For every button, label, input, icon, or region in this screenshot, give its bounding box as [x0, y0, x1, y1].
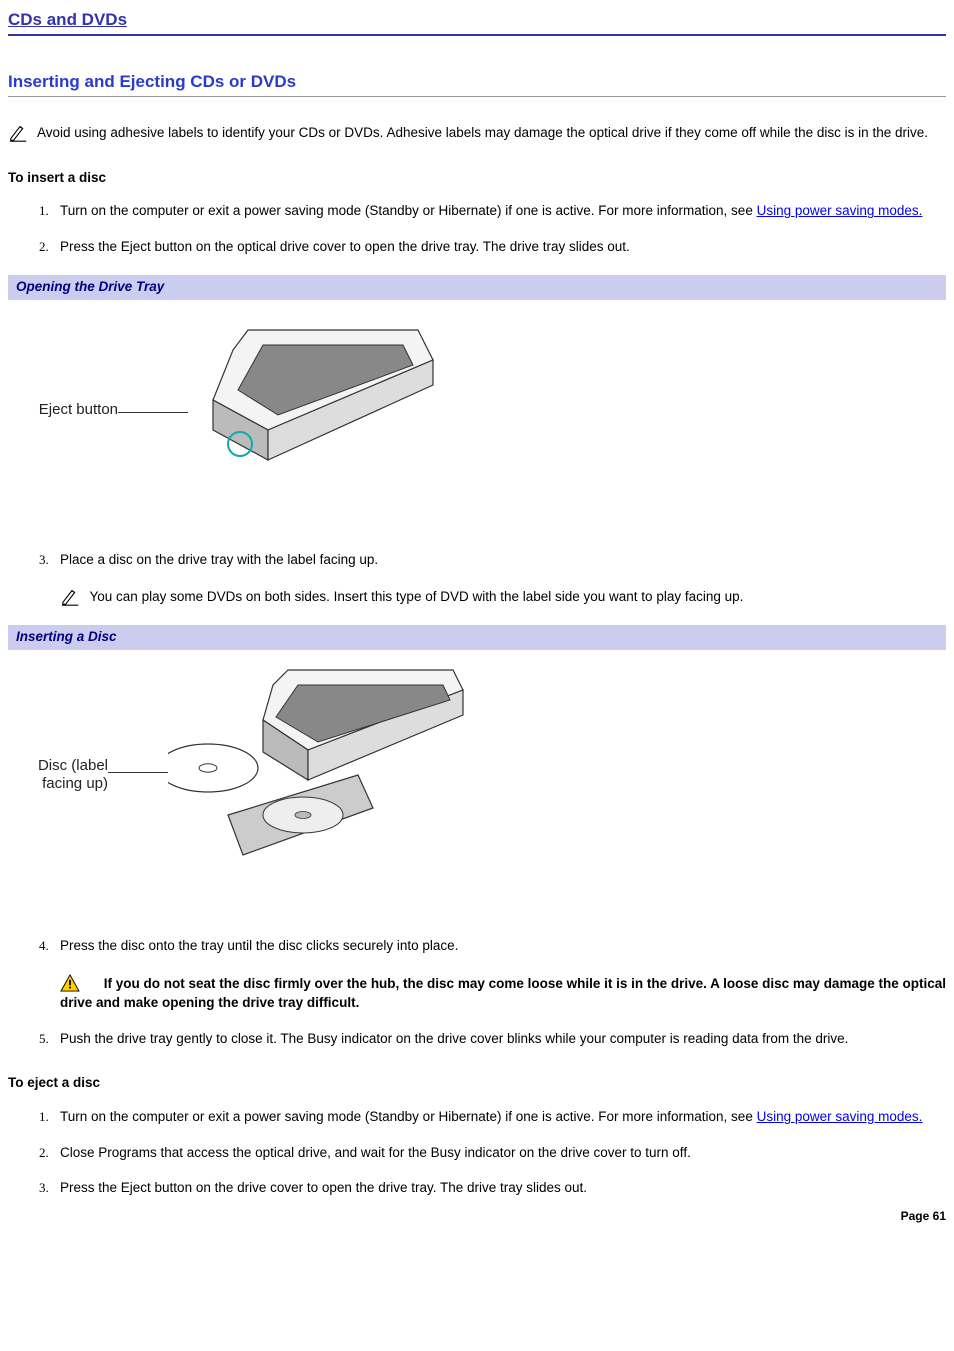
laptop-illustration: [188, 310, 438, 510]
power-saving-modes-link[interactable]: Using power saving modes.: [757, 203, 923, 218]
eject-step-1-text: Turn on the computer or exit a power sav…: [60, 1109, 757, 1124]
insert-step-3-text: Place a disc on the drive tray with the …: [60, 552, 378, 567]
insert-step-1-text: Turn on the computer or exit a power sav…: [60, 203, 757, 218]
laptop-disc-illustration: [168, 660, 468, 890]
insert-step-4-text: Press the disc onto the tray until the d…: [60, 938, 458, 953]
figure-1-caption: Opening the Drive Tray: [8, 275, 946, 300]
insert-step-4: Press the disc onto the tray until the d…: [52, 936, 946, 1013]
figure-2-caption: Inserting a Disc: [8, 625, 946, 650]
figure-inserting-disc: Disc (label facing up): [8, 660, 946, 890]
insert-heading: To insert a disc: [8, 169, 946, 188]
insert-step-3-note-text: You can play some DVDs on both sides. In…: [90, 589, 744, 604]
disc-label-line2: facing up): [42, 775, 108, 792]
callout-line: [108, 772, 168, 773]
insert-step-3: Place a disc on the drive tray with the …: [52, 550, 946, 608]
eject-step-2: Close Programs that access the optical d…: [52, 1143, 946, 1163]
warning-icon: [60, 974, 80, 992]
pencil-icon: [60, 587, 82, 607]
power-saving-modes-link-2[interactable]: Using power saving modes.: [757, 1109, 923, 1124]
disc-label: Disc (label facing up): [0, 757, 108, 793]
section-heading: Inserting and Ejecting CDs or DVDs: [8, 70, 946, 97]
eject-step-1: Turn on the computer or exit a power sav…: [52, 1107, 946, 1127]
pencil-icon: [8, 123, 30, 143]
eject-heading: To eject a disc: [8, 1074, 946, 1093]
top-note: Avoid using adhesive labels to identify …: [8, 123, 946, 143]
figure-opening-drive-tray: Eject button: [8, 310, 946, 510]
insert-step-4-warning-text: If you do not seat the disc firmly over …: [60, 976, 946, 1011]
insert-step-2: Press the Eject button on the optical dr…: [52, 237, 946, 257]
callout-line: [118, 412, 188, 413]
page-number: Page 61: [8, 1208, 946, 1225]
disc-label-line1: Disc (label: [38, 757, 108, 774]
toc-heading[interactable]: CDs and DVDs: [8, 8, 946, 36]
insert-step-3-note: You can play some DVDs on both sides. In…: [60, 587, 946, 607]
eject-button-label: Eject button: [0, 401, 118, 419]
insert-step-1: Turn on the computer or exit a power sav…: [52, 201, 946, 221]
eject-step-3: Press the Eject button on the drive cove…: [52, 1178, 946, 1198]
insert-step-5: Push the drive tray gently to close it. …: [52, 1029, 946, 1049]
insert-step-4-warning: If you do not seat the disc firmly over …: [60, 974, 946, 1013]
top-note-text: Avoid using adhesive labels to identify …: [37, 125, 928, 140]
